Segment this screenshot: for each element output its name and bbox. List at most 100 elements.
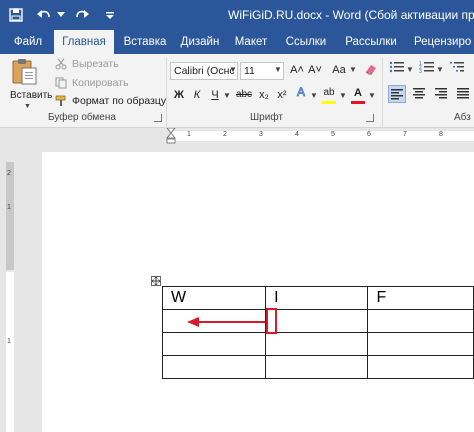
align-left-icon [391, 89, 403, 100]
arrow-left-icon [187, 317, 199, 327]
font-name-dropdown-icon[interactable]: ▼ [229, 65, 237, 74]
copy-label: Копировать [72, 77, 129, 89]
multilevel-list-button[interactable] [448, 60, 466, 78]
table-cell[interactable]: W [161, 286, 267, 310]
table-cell[interactable]: I [265, 286, 369, 310]
table-cell[interactable]: F [367, 286, 474, 310]
tab-design[interactable]: Дизайн [176, 30, 224, 54]
bold-button[interactable]: Ж [172, 86, 186, 104]
tab-layout[interactable]: Макет [230, 30, 272, 54]
table-cell[interactable] [367, 309, 474, 333]
font-group-label: Шрифт [250, 112, 283, 123]
format-painter-label: Формат по образцу [72, 95, 167, 107]
tab-home[interactable]: Главная [54, 30, 114, 54]
highlight-dropdown-icon[interactable]: ▼ [339, 91, 347, 100]
align-right-button[interactable] [432, 85, 450, 103]
document-table[interactable]: W I F [161, 286, 474, 379]
bullets-icon [389, 61, 404, 73]
format-painter-button[interactable]: Формат по образцу [54, 93, 166, 109]
tab-references[interactable]: Ссылки [282, 30, 330, 54]
table-cell[interactable] [367, 355, 474, 379]
ruler-number: 3 [259, 131, 263, 138]
clear-formatting-button[interactable] [362, 60, 380, 78]
customize-qat-button[interactable] [98, 3, 122, 27]
quick-access-toolbar [0, 0, 122, 30]
svg-text:3: 3 [419, 69, 422, 74]
highlight-label: ab [323, 87, 335, 98]
subscript-button[interactable]: x₂ [256, 86, 272, 104]
paste-button[interactable]: Вставить ▼ [4, 58, 52, 110]
bullets-button[interactable] [388, 60, 406, 78]
tab-mailings[interactable]: Рассылки [340, 30, 402, 54]
bullets-dropdown-icon[interactable]: ▼ [406, 65, 414, 74]
font-color-button[interactable]: A [350, 84, 366, 104]
grow-font-button[interactable]: A˄ [288, 61, 306, 79]
copy-button[interactable]: Копировать [54, 75, 129, 91]
format-painter-icon [54, 94, 68, 108]
ruler-number: 8 [439, 131, 443, 138]
table-cell[interactable] [265, 332, 369, 356]
paste-icon [12, 59, 37, 85]
svg-text:A: A [297, 85, 305, 99]
change-case-button[interactable]: Aa [328, 61, 350, 79]
undo-dropdown-button[interactable] [56, 3, 66, 27]
align-right-icon [435, 88, 447, 99]
underline-dropdown-icon[interactable]: ▼ [223, 91, 231, 100]
ruler-number: 7 [403, 131, 407, 138]
table-cell[interactable] [161, 332, 267, 356]
table-cell[interactable] [265, 355, 369, 379]
undo-icon [37, 10, 50, 18]
text-effects-dropdown-icon[interactable]: ▼ [310, 91, 318, 100]
clipboard-launcher-icon[interactable] [154, 114, 162, 122]
save-icon [9, 8, 23, 22]
ribbon: Вставить ▼ Вырезать Копировать Формат по… [0, 54, 474, 128]
change-case-dropdown-icon[interactable]: ▼ [349, 65, 357, 74]
save-button[interactable] [4, 3, 28, 27]
justify-button[interactable] [454, 85, 472, 103]
eraser-icon [365, 65, 376, 75]
align-center-button[interactable] [410, 85, 428, 103]
ruler-text-area [170, 131, 474, 141]
multilevel-list-icon [450, 62, 464, 72]
ruler-number: 1 [7, 204, 11, 211]
numbering-button[interactable]: 1 2 3 [418, 60, 436, 78]
ribbon-separator [382, 58, 383, 126]
tab-file[interactable]: Файл [8, 30, 48, 54]
cut-button[interactable]: Вырезать [54, 56, 119, 72]
align-left-button[interactable] [388, 85, 406, 103]
numbering-dropdown-icon[interactable]: ▼ [436, 65, 444, 74]
highlight-button[interactable]: ab [320, 84, 338, 104]
undo-button[interactable] [32, 3, 56, 27]
italic-button[interactable]: К [190, 86, 204, 104]
font-launcher-icon[interactable] [366, 114, 374, 122]
move-icon [152, 277, 160, 285]
font-size-dropdown-icon[interactable]: ▼ [274, 65, 282, 74]
paste-dropdown-icon[interactable]: ▼ [24, 103, 31, 110]
horizontal-ruler[interactable]: 1 2 3 4 5 6 7 8 [0, 128, 474, 144]
text-effects-button[interactable]: A [294, 84, 310, 102]
table-cell[interactable] [367, 332, 474, 356]
superscript-button[interactable]: x² [274, 86, 290, 104]
ruler-number: 2 [7, 170, 11, 177]
table-cell[interactable] [265, 309, 369, 333]
ruler-number: 5 [331, 131, 335, 138]
tab-insert[interactable]: Вставка [118, 30, 172, 54]
copy-icon [54, 76, 68, 90]
vertical-ruler[interactable]: 1 2 1 [2, 152, 16, 432]
table-move-handle[interactable] [151, 276, 161, 286]
table-cell[interactable] [161, 355, 267, 379]
font-color-label: A [354, 87, 362, 99]
tab-review[interactable]: Рецензиро [414, 30, 474, 54]
font-color-dropdown-icon[interactable]: ▼ [368, 91, 376, 100]
underline-button[interactable]: Ч [208, 86, 222, 104]
font-name-field[interactable]: Calibri (Оснс [170, 62, 238, 80]
ribbon-tabs: Файл Главная Вставка Дизайн Макет Ссылки… [0, 30, 474, 54]
table-row: W I F [161, 286, 474, 310]
customize-icon [106, 12, 114, 19]
redo-button[interactable] [70, 3, 94, 27]
strikethrough-button[interactable]: abc [234, 86, 254, 104]
window-title: WiFiGiD.RU.docx - Word (Сбой активации п… [228, 8, 474, 22]
shrink-font-button[interactable]: A˅ [306, 61, 324, 79]
indent-marker-icon[interactable] [166, 128, 176, 144]
numbering-icon: 1 2 3 [419, 61, 434, 75]
